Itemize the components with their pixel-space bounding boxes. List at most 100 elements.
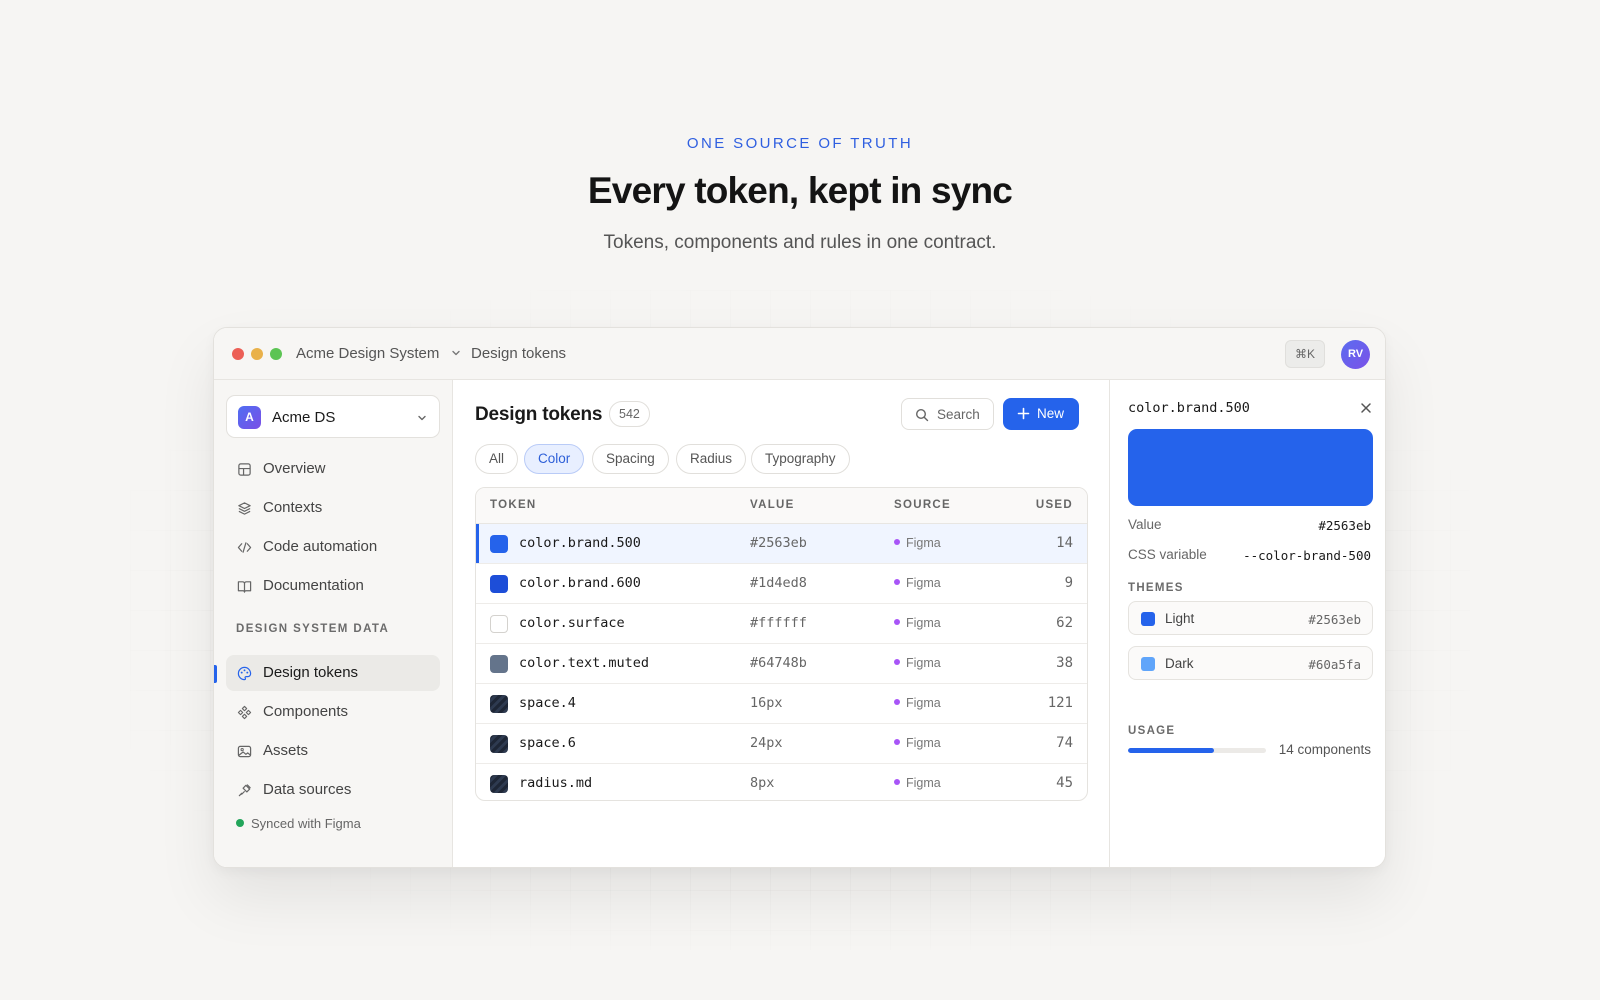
components-icon <box>237 705 252 720</box>
column-header-source[interactable]: SOURCE <box>894 499 951 511</box>
source-dot <box>894 579 900 585</box>
table-row[interactable]: radius.md 8px Figma 45 <box>476 764 1087 800</box>
app-window: Acme Design System Design tokens ⌘K RV A… <box>213 327 1386 868</box>
detail-css-variable: --color-brand-500 <box>1243 548 1371 563</box>
token-count-badge: 542 <box>609 401 650 427</box>
token-value: #1d4ed8 <box>750 575 807 591</box>
maximize-window-button[interactable] <box>270 348 282 360</box>
chevron-down-icon[interactable] <box>450 347 462 359</box>
theme-hex: #2563eb <box>1308 612 1361 627</box>
sidebar-item-code-automation[interactable]: Code automation <box>226 529 440 565</box>
detail-css-label: CSS variable <box>1128 547 1207 562</box>
color-swatch <box>490 575 508 593</box>
new-token-button[interactable]: New <box>1003 398 1079 430</box>
command-palette-shortcut[interactable]: ⌘K <box>1284 340 1325 368</box>
close-window-button[interactable] <box>232 348 244 360</box>
token-name: space.6 <box>519 735 576 751</box>
search-button[interactable]: Search <box>901 398 994 430</box>
table-row[interactable]: space.4 16px Figma 121 <box>476 684 1087 724</box>
color-swatch <box>1141 612 1155 626</box>
sidebar-item-label: Assets <box>263 742 309 759</box>
token-name: space.4 <box>519 695 576 711</box>
minimize-window-button[interactable] <box>251 348 263 360</box>
sidebar-item-design-tokens[interactable]: Design tokens <box>226 655 440 691</box>
filter-chip-radius[interactable]: Radius <box>676 444 747 474</box>
sidebar-item-label: Contexts <box>263 499 323 516</box>
themes-section-label: THEMES <box>1128 582 1184 594</box>
image-icon <box>237 745 252 758</box>
token-name: color.brand.600 <box>519 575 641 591</box>
plus-icon <box>1017 407 1030 420</box>
avatar[interactable]: RV <box>1341 340 1370 369</box>
token-used-count: 74 <box>1056 735 1073 751</box>
active-indicator <box>214 665 217 683</box>
filter-chip-color[interactable]: Color <box>524 444 585 474</box>
source-label: Figma <box>906 536 941 550</box>
table-row[interactable]: color.surface #ffffff Figma 62 <box>476 604 1087 644</box>
token-name: color.surface <box>519 615 625 631</box>
main-panel: Design tokens 542 Search New All Color S… <box>454 380 1109 867</box>
sidebar-item-data-sources[interactable]: Data sources <box>226 772 440 808</box>
source-label: Figma <box>906 616 941 630</box>
source-dot <box>894 699 900 705</box>
theme-row-dark[interactable]: Dark #60a5fa <box>1128 646 1373 680</box>
breadcrumb-workspace[interactable]: Acme Design System <box>296 345 439 362</box>
table-header: TOKEN VALUE SOURCE USED <box>476 488 1087 524</box>
search-icon <box>915 408 929 422</box>
token-value: #2563eb <box>750 535 807 551</box>
token-used-count: 121 <box>1047 695 1073 711</box>
usage-progress-fill <box>1128 748 1214 753</box>
token-name: radius.md <box>519 775 593 791</box>
search-label: Search <box>937 407 980 422</box>
usage-count: 14 components <box>1278 742 1371 757</box>
filter-chip-all[interactable]: All <box>475 444 519 474</box>
workspace-switcher[interactable]: A Acme DS <box>226 395 440 438</box>
table-row[interactable]: color.brand.600 #1d4ed8 Figma 9 <box>476 564 1087 604</box>
new-label: New <box>1037 406 1065 421</box>
workspace-name: Acme DS <box>272 409 336 426</box>
token-used-count: 14 <box>1056 535 1073 551</box>
filter-chip-spacing[interactable]: Spacing <box>592 444 669 474</box>
token-source: Figma <box>894 616 941 630</box>
color-swatch <box>490 615 508 633</box>
token-value: 16px <box>750 695 783 711</box>
pattern-swatch <box>490 735 508 753</box>
source-dot <box>894 659 900 665</box>
sidebar-item-label: Data sources <box>263 781 352 798</box>
hero-headline: Every token, kept in sync <box>587 170 1013 211</box>
column-header-value[interactable]: VALUE <box>750 499 795 511</box>
token-source: Figma <box>894 696 941 710</box>
titlebar: Acme Design System Design tokens ⌘K RV <box>214 328 1385 380</box>
column-header-used[interactable]: USED <box>1036 499 1073 511</box>
table-row[interactable]: color.brand.500 #2563eb Figma 14 <box>476 524 1087 564</box>
filter-chip-typography[interactable]: Typography <box>751 444 850 474</box>
theme-row-light[interactable]: Light #2563eb <box>1128 601 1373 635</box>
pattern-swatch <box>490 695 508 713</box>
sidebar-item-contexts[interactable]: Contexts <box>226 490 440 526</box>
table-row[interactable]: color.text.muted #64748b Figma 38 <box>476 644 1087 684</box>
source-dot <box>894 779 900 785</box>
status-dot <box>236 819 244 827</box>
sidebar-item-documentation[interactable]: Documentation <box>226 568 440 604</box>
token-source: Figma <box>894 776 941 790</box>
detail-value: #2563eb <box>1318 518 1371 533</box>
sidebar-item-label: Documentation <box>263 577 364 594</box>
token-name: color.brand.500 <box>519 535 641 551</box>
column-header-token[interactable]: TOKEN <box>490 499 537 511</box>
workspace-logo: A <box>238 406 261 429</box>
close-icon[interactable] <box>1360 402 1372 414</box>
token-used-count: 38 <box>1056 655 1073 671</box>
sidebar-item-assets[interactable]: Assets <box>226 733 440 769</box>
token-used-count: 45 <box>1056 775 1073 791</box>
layers-icon <box>238 502 251 515</box>
token-value: #64748b <box>750 655 807 671</box>
sidebar-item-overview[interactable]: Overview <box>226 451 440 487</box>
table-row[interactable]: space.6 24px Figma 74 <box>476 724 1087 764</box>
hero-subline: Tokens, components and rules in one cont… <box>603 232 997 253</box>
sidebar-item-label: Design tokens <box>263 664 359 681</box>
color-swatch <box>490 535 508 553</box>
layout-icon <box>238 463 251 476</box>
book-icon <box>237 581 252 593</box>
sidebar-item-components[interactable]: Components <box>226 694 440 730</box>
code-icon <box>237 542 252 553</box>
